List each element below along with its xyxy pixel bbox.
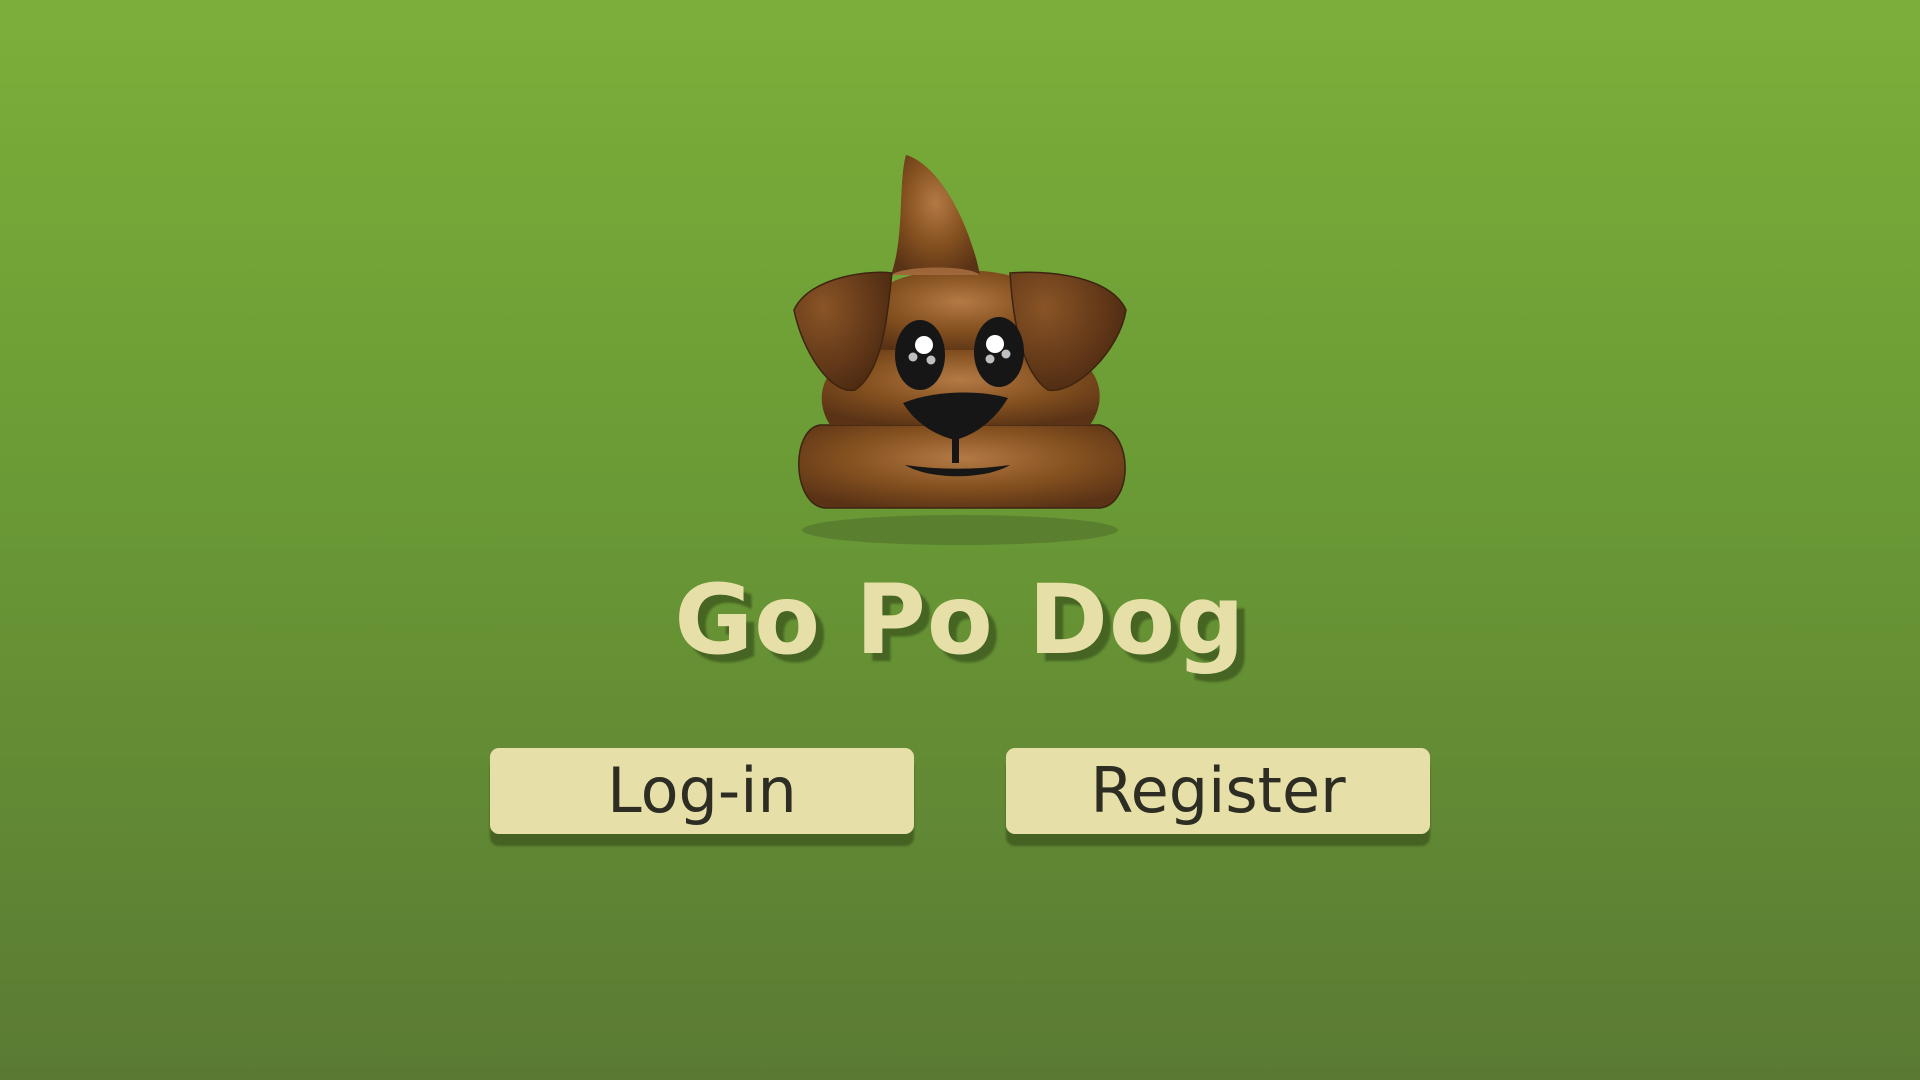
left-eye [895,320,945,390]
register-button[interactable]: Register [1006,748,1430,834]
poop-dog-icon [793,155,1127,545]
login-button-label: Log-in [607,754,797,827]
login-button[interactable]: Log-in [490,748,914,834]
register-button-label: Register [1090,754,1346,827]
landing-screen: Go Po Dog Log-in Register [0,0,1920,1080]
app-title: Go Po Dog [674,564,1246,676]
poop-tip-highlight [891,155,980,275]
logo-shadow [802,515,1118,545]
